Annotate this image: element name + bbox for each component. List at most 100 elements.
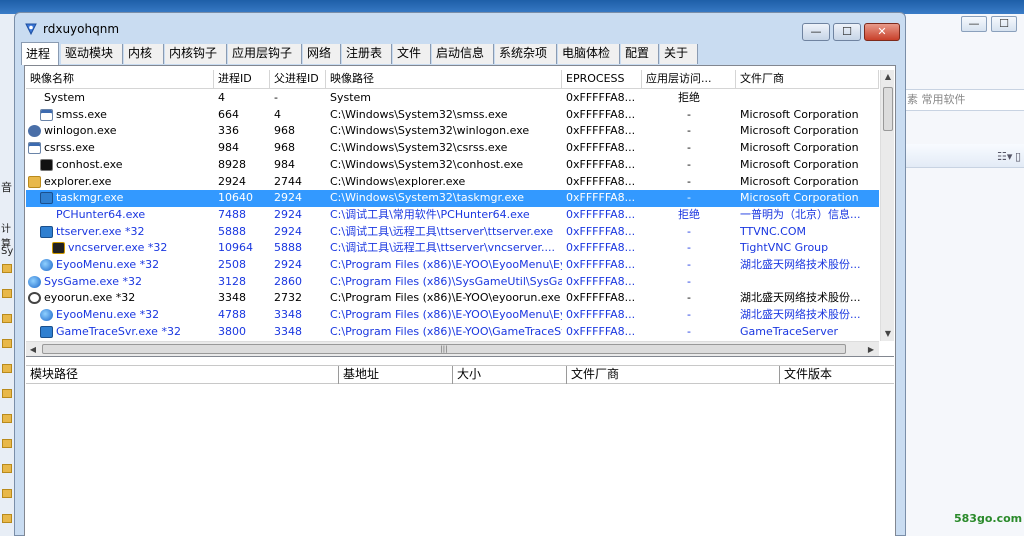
table-row[interactable]: smss.exe 664 4 C:\Windows\System32\smss.exe…: [26, 107, 879, 124]
tab-about[interactable]: 关于: [660, 44, 698, 64]
tab-health-check[interactable]: 电脑体检: [558, 44, 620, 64]
tab-network[interactable]: 网络: [303, 44, 341, 64]
layout-icon[interactable]: ▯: [1015, 150, 1021, 163]
scroll-left-icon[interactable]: ◀: [26, 342, 40, 357]
window-icon: [28, 142, 41, 155]
table-row[interactable]: GameTraceSvr.exe *32 3800 3348 C:\Program F…: [26, 324, 879, 341]
column-header-image-name[interactable]: 映像名称: [26, 70, 214, 89]
process-list: 映像名称 进程ID 父进程ID 映像路径 EPROCESS 应用层访问... 文…: [26, 70, 894, 357]
background-minimize-button[interactable]: —: [961, 16, 987, 32]
column-header-file-version[interactable]: 文件版本: [780, 366, 894, 384]
scroll-right-icon[interactable]: ▶: [864, 342, 878, 357]
cell-eprocess: 0xFFFFFA8...: [566, 207, 636, 221]
cell-app-access: -: [687, 324, 691, 338]
column-header-app-access[interactable]: 应用层访问...: [642, 70, 736, 89]
column-header-ppid[interactable]: 父进程ID: [270, 70, 326, 89]
tab-process[interactable]: 进程: [21, 42, 59, 65]
table-row[interactable]: eyoorun.exe *32 3348 2732 C:\Program Files …: [26, 290, 879, 307]
table-row[interactable]: csrss.exe 984 968 C:\Windows\System32\csrss…: [26, 140, 879, 157]
cell-image-name: csrss.exe: [44, 141, 95, 155]
column-header-image-path[interactable]: 映像路径: [326, 70, 562, 89]
vertical-scrollbar[interactable]: ▲ ▼: [880, 70, 894, 341]
table-row[interactable]: winlogon.exe 336 968 C:\Windows\System32\wi…: [26, 123, 879, 140]
tab-startup[interactable]: 启动信息: [432, 44, 494, 64]
content-panel: 映像名称 进程ID 父进程ID 映像路径 EPROCESS 应用层访问... 文…: [24, 65, 896, 536]
power-icon: [28, 292, 41, 305]
tab-kernel-hooks[interactable]: 内核钩子: [165, 44, 227, 64]
cell-eprocess: 0xFFFFFA8...: [566, 241, 636, 255]
maximize-button[interactable]: ☐: [833, 23, 861, 41]
view-options-icon[interactable]: ☷▾: [997, 150, 1012, 163]
scroll-thumb[interactable]: |||: [42, 344, 846, 354]
tab-driver-modules[interactable]: 驱动模块: [61, 44, 123, 64]
cell-image-path: C:\Program Files (x86)\E-YOO\GameTraceSv…: [330, 324, 562, 338]
cell-image-path: C:\Program Files (x86)\E-YOO\EyooMenu\Ey…: [330, 258, 562, 271]
background-maximize-button[interactable]: ☐: [991, 16, 1017, 32]
tab-app-hooks[interactable]: 应用层钩子: [228, 44, 302, 64]
cell-ppid: 3348: [274, 324, 302, 338]
cell-image-name: ttserver.exe *32: [56, 224, 145, 238]
table-row[interactable]: ttserver.exe *32 5888 2924 C:\调试工具\远程工具\tts…: [26, 224, 879, 241]
table-row[interactable]: SysGame.exe *32 3128 2860 C:\Program Files …: [26, 274, 879, 291]
column-header-module-path[interactable]: 模块路径: [26, 366, 339, 384]
monitor-icon: [40, 192, 53, 205]
minimize-button[interactable]: —: [802, 23, 830, 41]
column-header-vendor[interactable]: 文件厂商: [736, 70, 879, 89]
folder-icon: [2, 364, 12, 373]
cell-image-path: C:\调试工具\远程工具\ttserver\ttserver.exe: [330, 224, 554, 238]
cell-eprocess: 0xFFFFFA8...: [566, 174, 636, 188]
app-icon: [25, 23, 37, 36]
cell-pid: 2924: [218, 174, 246, 188]
table-row[interactable]: PCHunter64.exe 7488 2924 C:\调试工具\常用软件\PCHun…: [26, 207, 879, 224]
cell-pid: 4788: [218, 308, 246, 322]
table-row[interactable]: System 4 - System 0xFFFFFA8... 拒绝: [26, 90, 879, 107]
monitor-icon: [40, 325, 53, 338]
column-header-eprocess[interactable]: EPROCESS: [562, 70, 642, 89]
column-header-base-address[interactable]: 基地址: [339, 366, 453, 384]
console-icon: [40, 158, 53, 171]
cell-pid: 984: [218, 141, 239, 155]
horizontal-scrollbar[interactable]: ◀ ||| ▶: [26, 341, 879, 356]
cell-app-access: -: [687, 141, 691, 155]
cell-pid: 3128: [218, 274, 246, 288]
tab-registry[interactable]: 注册表: [342, 44, 392, 64]
column-header-pid[interactable]: 进程ID: [214, 70, 270, 89]
folder-icon: [2, 339, 12, 348]
cell-vendor: [740, 90, 879, 106]
cell-pid: 7488: [218, 207, 246, 221]
table-row[interactable]: explorer.exe 2924 2744 C:\Windows\explorer.…: [26, 174, 879, 191]
table-row[interactable]: taskmgr.exe 10640 2924 C:\Windows\System32\…: [26, 190, 879, 207]
cell-eprocess: 0xFFFFFA8...: [566, 258, 636, 271]
cell-app-access: -: [687, 174, 691, 188]
cell-app-access: -: [687, 274, 691, 288]
table-row[interactable]: EyooMenu.exe *32 4788 3348 C:\Program Files…: [26, 307, 879, 324]
scroll-down-icon[interactable]: ▼: [881, 327, 895, 341]
cell-app-access: -: [687, 124, 691, 138]
folder-icon: [2, 314, 12, 323]
cell-app-access: 拒绝: [678, 91, 700, 104]
cell-ppid: 3348: [274, 308, 302, 322]
background-address-bar[interactable]: 素 常用软件: [905, 89, 1024, 111]
column-header-size[interactable]: 大小: [453, 366, 567, 384]
cell-ppid: 2924: [274, 258, 302, 271]
table-row[interactable]: EyooMenu.exe *32 2508 2924 C:\Program Files…: [26, 257, 879, 274]
table-row[interactable]: conhost.exe 8928 984 C:\Windows\System32\co…: [26, 157, 879, 174]
close-button[interactable]: ✕: [864, 23, 900, 41]
cell-vendor: 湖北盛天网络技术股份...: [740, 258, 861, 271]
table-row[interactable]: vncserver.exe *32 10964 5888 C:\调试工具\远程工具\t…: [26, 240, 879, 257]
cell-eprocess: 0xFFFFFA8...: [566, 191, 636, 205]
tab-file[interactable]: 文件: [393, 44, 431, 64]
folder-icon: [2, 439, 12, 448]
scroll-up-icon[interactable]: ▲: [881, 70, 895, 84]
cell-image-path: C:\Program Files (x86)\E-YOO\EyooMenu\Ey…: [330, 308, 562, 322]
cell-eprocess: 0xFFFFFA8...: [566, 141, 636, 155]
cell-eprocess: 0xFFFFFA8...: [566, 224, 636, 238]
column-header-file-vendor[interactable]: 文件厂商: [567, 366, 780, 384]
tab-system-misc[interactable]: 系统杂项: [495, 44, 557, 64]
title-bar[interactable]: rdxuyohqnm — ☐ ✕: [15, 13, 905, 41]
scroll-thumb[interactable]: [883, 87, 893, 131]
tab-kernel[interactable]: 内核: [124, 44, 164, 64]
tab-config[interactable]: 配置: [621, 44, 659, 64]
cell-ppid: -: [274, 91, 278, 104]
folder-icon: [28, 175, 41, 188]
